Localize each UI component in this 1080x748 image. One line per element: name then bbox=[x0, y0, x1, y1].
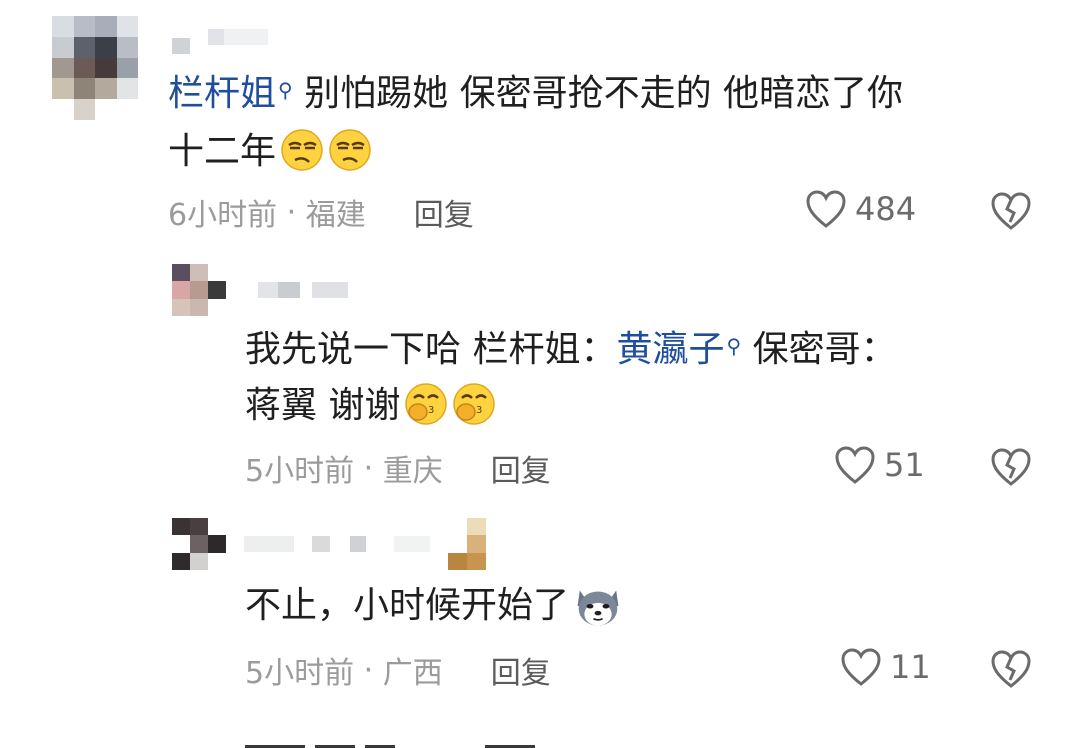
search-icon[interactable]: ⚲ bbox=[726, 334, 741, 358]
like-count: 51 bbox=[884, 446, 925, 484]
reply-button[interactable]: 回复 bbox=[491, 648, 551, 692]
blush-hand-emoji-icon: 3 bbox=[405, 383, 448, 425]
location: 广西 bbox=[382, 656, 443, 691]
mention-link[interactable]: 黄瀛子 bbox=[616, 329, 724, 370]
search-icon[interactable]: ⚲ bbox=[278, 78, 293, 102]
timestamp: 5小时前 bbox=[245, 454, 355, 489]
heart-icon bbox=[806, 190, 846, 228]
comment-body: 别怕踢她 保密哥抢不走的 他暗恋了你 bbox=[304, 73, 904, 114]
svg-text:3: 3 bbox=[428, 405, 434, 416]
avatar[interactable] bbox=[172, 264, 226, 316]
smirk-emoji-icon bbox=[329, 129, 371, 171]
comment-text: 不止，小时候开始了 bbox=[245, 578, 623, 634]
avatar[interactable] bbox=[172, 518, 226, 570]
blush-hand-emoji-icon: 3 bbox=[453, 383, 496, 425]
comment-text-line2: 蒋翼 谢谢 3 3 bbox=[245, 378, 496, 434]
like-count: 11 bbox=[890, 648, 931, 686]
heart-icon bbox=[841, 648, 881, 686]
reply-button[interactable]: 回复 bbox=[491, 446, 551, 490]
location: 重庆 bbox=[382, 454, 443, 489]
location: 福建 bbox=[305, 198, 366, 233]
reply-button[interactable]: 回复 bbox=[414, 190, 474, 234]
smirk-emoji-icon bbox=[281, 129, 323, 171]
comment-meta: 5小时前 · 重庆 回复 bbox=[245, 446, 551, 490]
username[interactable] bbox=[172, 20, 268, 54]
heart-icon bbox=[835, 446, 875, 484]
comment-text: 栏杆姐 ⚲ 别怕踢她 保密哥抢不走的 他暗恋了你 bbox=[168, 66, 903, 122]
username[interactable] bbox=[258, 282, 348, 298]
mention-link[interactable]: 栏杆姐 bbox=[168, 73, 276, 114]
like-button[interactable]: 484 bbox=[805, 189, 916, 229]
username[interactable] bbox=[244, 536, 430, 552]
like-button[interactable]: 51 bbox=[834, 445, 925, 485]
badge-icon bbox=[448, 518, 486, 570]
like-button[interactable]: 11 bbox=[840, 647, 931, 687]
comment-text: 我先说一下哈 栏杆姐：黄瀛子 ⚲ 保密哥： bbox=[245, 329, 897, 370]
husky-emoji-icon bbox=[577, 590, 619, 626]
timestamp: 5小时前 bbox=[245, 656, 355, 691]
dislike-broken-heart-icon[interactable] bbox=[990, 649, 1032, 689]
svg-text:3: 3 bbox=[476, 405, 482, 416]
comment-meta: 6小时前 · 福建 回复 bbox=[168, 190, 474, 234]
timestamp: 6小时前 bbox=[168, 198, 278, 233]
avatar[interactable] bbox=[52, 16, 138, 120]
comment-text-line2: 十二年 bbox=[168, 124, 372, 180]
comment-meta: 5小时前 · 广西 回复 bbox=[245, 648, 551, 692]
dislike-broken-heart-icon[interactable] bbox=[990, 191, 1032, 231]
dislike-broken-heart-icon[interactable] bbox=[990, 447, 1032, 487]
like-count: 484 bbox=[855, 190, 917, 228]
next-comment-cutoff bbox=[245, 736, 605, 748]
